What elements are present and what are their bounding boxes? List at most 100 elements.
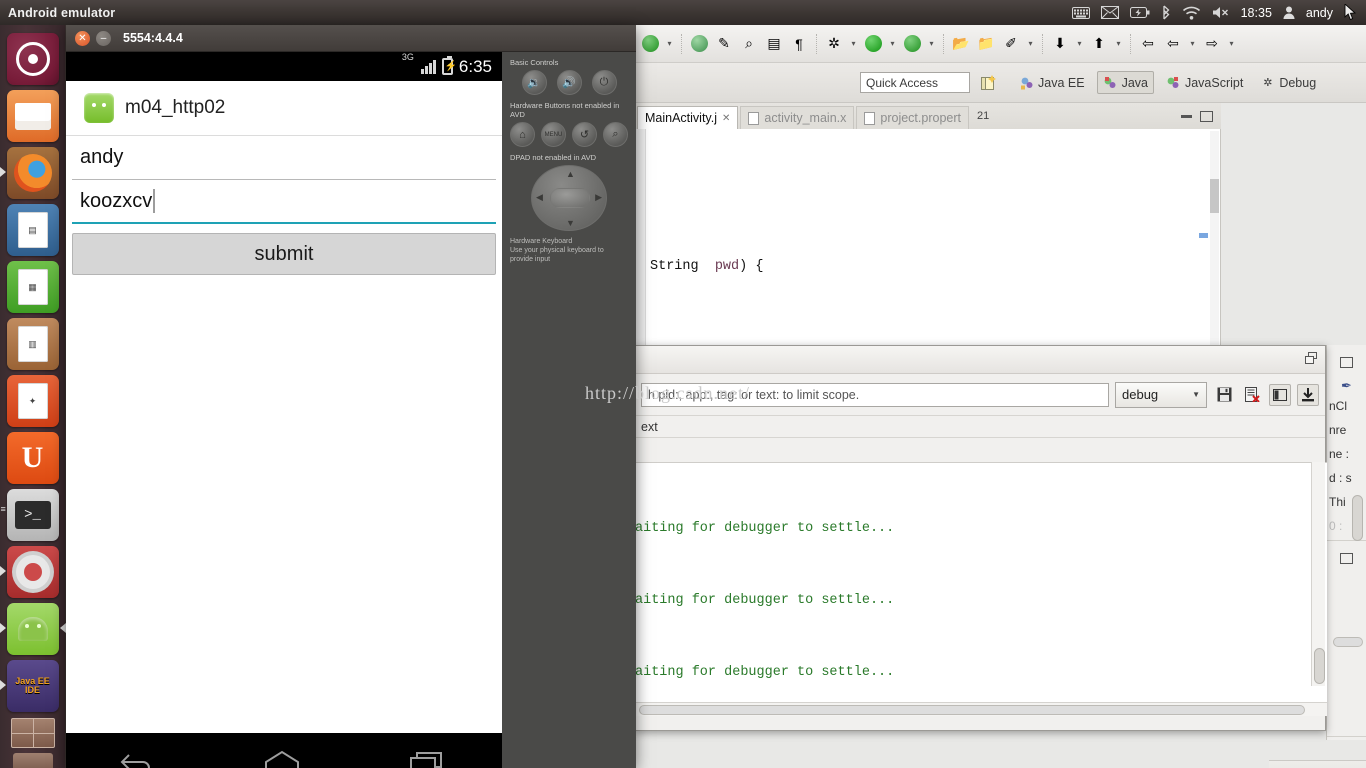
display-view-icon[interactable]: [1269, 383, 1291, 406]
submit-button[interactable]: submit: [72, 233, 496, 275]
clear-log-icon[interactable]: [1241, 384, 1263, 406]
restore-icon[interactable]: [1305, 352, 1317, 367]
paragraph-icon[interactable]: ¶: [788, 33, 810, 55]
new-wizard-icon[interactable]: [639, 33, 661, 55]
power-icon[interactable]: ⏻: [591, 70, 617, 95]
wifi-icon[interactable]: [1182, 6, 1201, 20]
sdk-dropdown-icon[interactable]: ▾: [1025, 33, 1036, 55]
previous-dropdown-icon[interactable]: ▾: [1187, 33, 1198, 55]
logcat-vertical-scrollbar[interactable]: [1311, 462, 1325, 686]
back-icon[interactable]: ↺: [572, 122, 597, 147]
launcher-item-ubuntu-one[interactable]: U: [6, 432, 59, 484]
save-icon[interactable]: [688, 33, 710, 55]
bluetooth-icon[interactable]: [1161, 5, 1171, 20]
minimize-icon[interactable]: [1181, 111, 1192, 118]
dpad-right-icon[interactable]: ▶: [595, 192, 602, 203]
new-android-project-icon[interactable]: 📂: [950, 33, 972, 55]
launcher-item-firefox[interactable]: [0, 147, 59, 199]
import-icon[interactable]: ⬇: [1049, 33, 1071, 55]
scroll-lock-icon[interactable]: [1297, 383, 1319, 406]
export-dropdown-icon[interactable]: ▾: [1113, 33, 1124, 55]
logcat-horizontal-scrollbar[interactable]: [635, 702, 1327, 716]
launcher-item-java-ee-ide[interactable]: Java EE IDE: [0, 660, 59, 712]
perspective-java-ee[interactable]: Java EE: [1014, 72, 1090, 93]
volume-down-icon[interactable]: 🔉: [521, 70, 547, 95]
open-perspective-icon[interactable]: [978, 72, 1000, 94]
run-icon[interactable]: [862, 33, 884, 55]
close-icon[interactable]: ✕: [75, 30, 90, 46]
launcher-item-software-center[interactable]: ✦: [6, 375, 59, 427]
maximize-icon[interactable]: [1200, 110, 1213, 122]
editor-tab-project-properties[interactable]: project.propert: [856, 106, 969, 129]
maximize-icon[interactable]: [1340, 553, 1353, 564]
launcher-item-android-emulator[interactable]: [0, 603, 66, 655]
back-icon[interactable]: [117, 749, 157, 768]
dpad-center-button[interactable]: [550, 188, 590, 208]
forward-navigation-icon[interactable]: ⇨: [1201, 33, 1223, 55]
home-icon[interactable]: [260, 749, 304, 768]
search-icon[interactable]: ⌕: [603, 122, 628, 147]
open-type-icon[interactable]: ▤: [763, 33, 785, 55]
launcher-item-system-settings[interactable]: [0, 546, 59, 598]
search-icon[interactable]: ⌕: [738, 33, 760, 55]
perspective-javascript[interactable]: JavaScript: [1161, 72, 1248, 93]
debug-dropdown-icon[interactable]: ▾: [848, 33, 859, 55]
close-icon[interactable]: ✕: [722, 113, 730, 124]
editor-text-area[interactable]: String pwd) {: [635, 129, 1221, 369]
stub-vertical-scrollbar[interactable]: [1352, 495, 1363, 541]
launcher-item-dash-home[interactable]: [6, 33, 59, 85]
forward-dropdown-icon[interactable]: ▾: [1226, 33, 1237, 55]
logcat-level-dropdown[interactable]: debug ▼: [1115, 381, 1207, 408]
perspective-java[interactable]: Java: [1096, 71, 1154, 94]
outline-icon[interactable]: ✒: [1327, 378, 1366, 394]
logcat-output[interactable]: aiting for debugger to settle... aiting …: [635, 462, 1327, 702]
launcher-item-libreoffice-impress[interactable]: ▥: [6, 318, 59, 370]
dpad-control[interactable]: ▲ ▼ ◀ ▶: [531, 165, 607, 231]
editor-tab-mainactivity[interactable]: MainActivity.j ✕: [637, 106, 739, 129]
editor-tab-activity-main[interactable]: activity_main.x: [740, 106, 855, 129]
import-dropdown-icon[interactable]: ▾: [1074, 33, 1085, 55]
run-dropdown-icon[interactable]: ▾: [887, 33, 898, 55]
dpad-down-icon[interactable]: ▼: [566, 218, 575, 228]
launcher-item-files[interactable]: [6, 90, 59, 142]
menu-button[interactable]: MENU: [541, 122, 566, 147]
keyboard-icon[interactable]: [1071, 6, 1090, 19]
recents-icon[interactable]: [407, 749, 451, 768]
back-navigation-icon[interactable]: ⇦: [1137, 33, 1159, 55]
stub-horizontal-scrollbar[interactable]: [1333, 637, 1363, 647]
username-input[interactable]: andy: [72, 136, 496, 180]
debug-icon[interactable]: ✲: [823, 33, 845, 55]
quick-access-input[interactable]: Quick Access: [860, 72, 970, 93]
user-name[interactable]: andy: [1306, 6, 1333, 20]
volume-muted-icon[interactable]: [1212, 6, 1230, 19]
android-sdk-manager-icon[interactable]: ✐: [1000, 33, 1022, 55]
run-external-tools-icon[interactable]: [901, 33, 923, 55]
launcher-item-terminal[interactable]: ≡ >_: [1, 489, 59, 541]
launcher-item-libreoffice-writer[interactable]: ▤: [6, 204, 59, 256]
user-avatar-icon[interactable]: [1283, 6, 1295, 19]
maximize-icon[interactable]: [1340, 357, 1353, 368]
save-log-icon[interactable]: [1213, 384, 1235, 406]
previous-edit-icon[interactable]: ⇦: [1162, 33, 1184, 55]
export-icon[interactable]: ⬆: [1088, 33, 1110, 55]
editor-more-tabs-count[interactable]: 21: [977, 110, 989, 122]
battery-icon[interactable]: [1129, 7, 1150, 18]
dpad-left-icon[interactable]: ◀: [536, 192, 543, 203]
scrollbar-thumb[interactable]: [639, 705, 1305, 715]
volume-up-icon[interactable]: 🔊: [556, 70, 582, 95]
dpad-up-icon[interactable]: ▲: [566, 169, 575, 179]
open-folder-icon[interactable]: 📁: [975, 33, 997, 55]
logcat-search-input[interactable]: h pid:, app:, tag: or text: to limit sco…: [641, 382, 1109, 407]
launcher-item-libreoffice-calc[interactable]: ▦: [6, 261, 59, 313]
scrollbar-thumb[interactable]: [1210, 179, 1219, 213]
perspective-debug[interactable]: ✲ Debug: [1255, 72, 1321, 93]
external-tools-dropdown-icon[interactable]: ▾: [926, 33, 937, 55]
mail-icon[interactable]: [1100, 6, 1119, 19]
minimize-icon[interactable]: –: [96, 30, 111, 46]
quick-fix-icon[interactable]: ✎: [713, 33, 735, 55]
workspace-switcher[interactable]: [10, 718, 55, 748]
scrollbar-thumb[interactable]: [1314, 648, 1325, 684]
editor-vertical-scrollbar[interactable]: [1210, 131, 1219, 369]
clock[interactable]: 18:35: [1241, 6, 1272, 20]
trash-icon[interactable]: [12, 753, 53, 768]
